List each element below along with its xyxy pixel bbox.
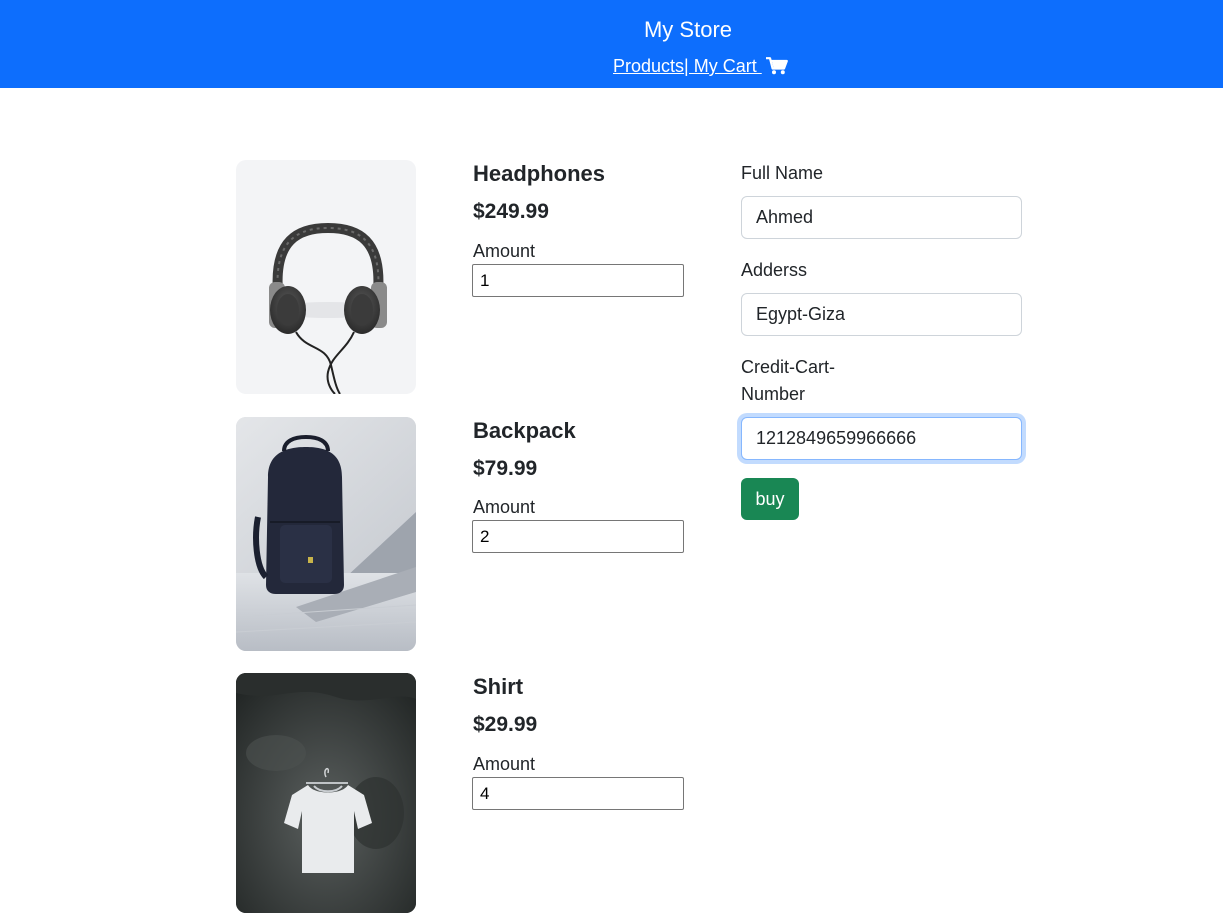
credit-card-label-line2: Number bbox=[741, 384, 806, 404]
amount-label: Amount bbox=[473, 754, 536, 774]
full-name-label: Full Name bbox=[741, 163, 824, 183]
headphones-image bbox=[236, 160, 416, 394]
credit-card-input[interactable] bbox=[741, 417, 1022, 460]
product-name: Backpack bbox=[473, 418, 576, 443]
product-name: Headphones bbox=[473, 161, 606, 186]
product-price: $29.99 bbox=[473, 713, 538, 736]
amount-label: Amount bbox=[473, 497, 536, 517]
shopping-cart-icon bbox=[765, 57, 788, 81]
nav-cart-link[interactable]: | My Cart bbox=[684, 56, 788, 76]
shirt-image bbox=[236, 673, 416, 913]
product-name: Shirt bbox=[473, 674, 524, 699]
amount-input[interactable] bbox=[472, 264, 684, 297]
store-title: My Store bbox=[643, 17, 733, 42]
credit-card-label-line1: Credit-Cart- bbox=[741, 357, 836, 377]
product-price: $79.99 bbox=[473, 457, 538, 480]
backpack-image bbox=[236, 417, 416, 651]
address-input[interactable] bbox=[741, 293, 1022, 336]
buy-button[interactable]: buy bbox=[741, 478, 799, 520]
top-header: My Store Products| My Cart bbox=[0, 0, 1223, 88]
amount-input[interactable] bbox=[472, 520, 684, 553]
amount-input[interactable] bbox=[472, 777, 684, 810]
amount-label: Amount bbox=[473, 241, 536, 261]
product-price: $249.99 bbox=[473, 200, 549, 223]
nav-cart-label: | My Cart bbox=[684, 56, 762, 76]
nav-products-link[interactable]: Products bbox=[613, 56, 684, 76]
full-name-input[interactable] bbox=[741, 196, 1022, 239]
address-label: Adderss bbox=[741, 260, 808, 280]
main-nav: Products| My Cart bbox=[613, 54, 788, 78]
